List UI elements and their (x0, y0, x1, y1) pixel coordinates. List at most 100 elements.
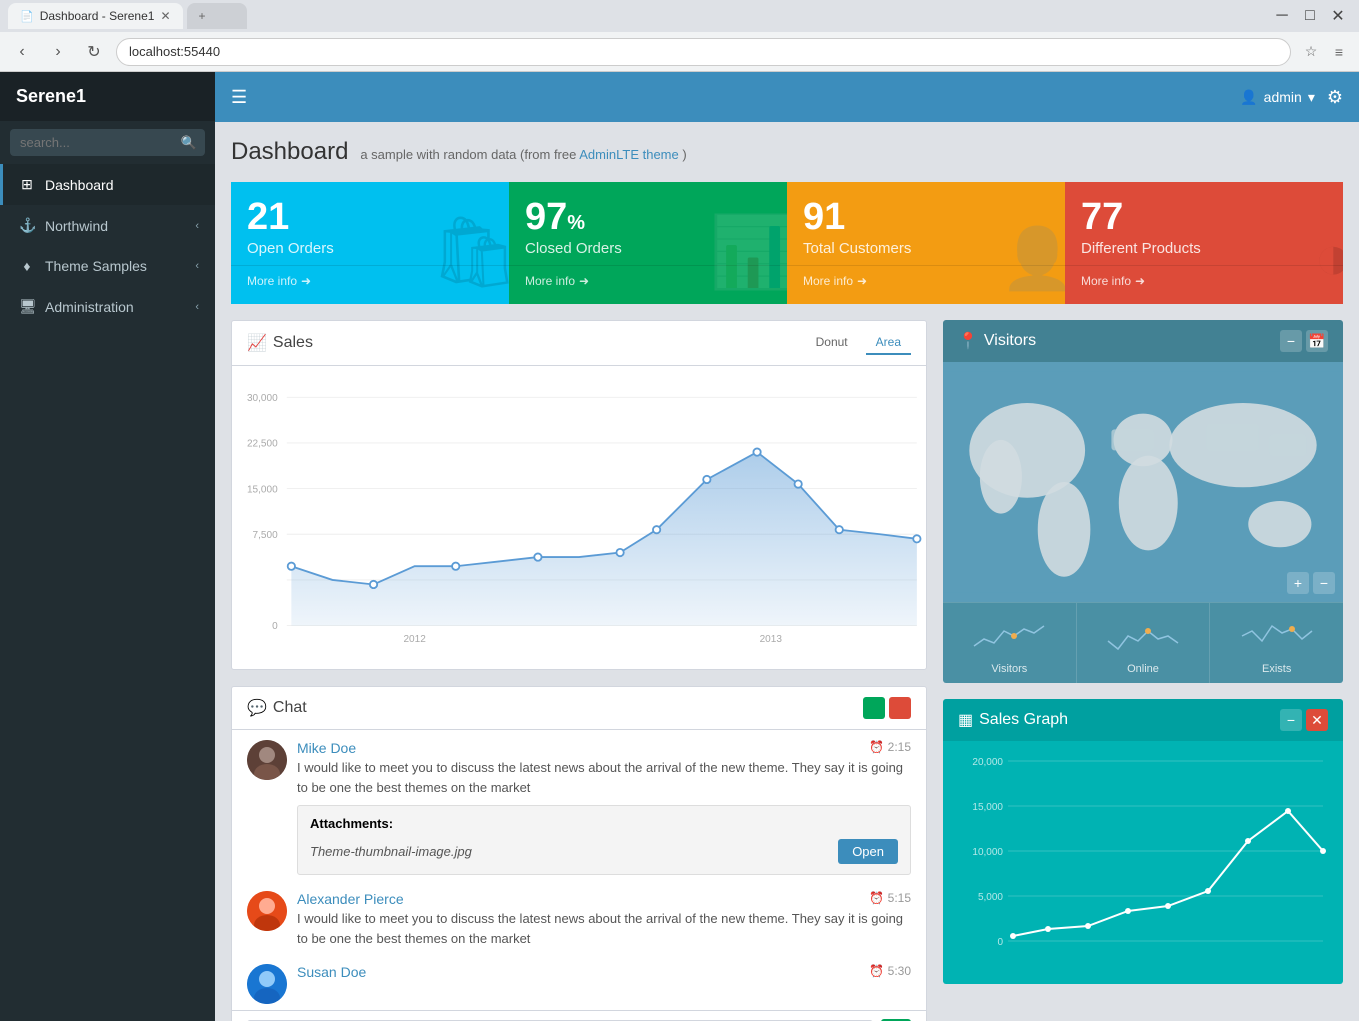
main-content: ☰ 👤 admin ▾ ⚙ Dashboard (215, 72, 1359, 1021)
page-header: Dashboard a sample with random data (fro… (231, 138, 1343, 166)
hamburger-menu-icon[interactable]: ☰ (231, 87, 247, 108)
chat-timestamp: ⏰ 5:15 (869, 891, 911, 905)
open-attachment-button[interactable]: Open (838, 839, 898, 864)
right-column: 📍 Visitors − 📅 (943, 320, 1343, 1021)
forward-button[interactable]: › (44, 38, 72, 66)
online-sparkline (1103, 611, 1183, 656)
tab-favicon: 📄 (20, 10, 34, 23)
svg-text:0: 0 (272, 621, 278, 632)
chevron-right-icon: ‹ (195, 220, 199, 232)
sidebar-item-administration[interactable]: 🖥 Administration ‹ (0, 286, 215, 327)
location-pin-icon: 📍 (958, 331, 978, 351)
sidebar-item-label: Administration (45, 299, 195, 315)
chat-title: 💬 Chat (247, 698, 307, 718)
zoom-out-button[interactable]: − (1313, 572, 1335, 594)
chat-red-button[interactable] (889, 697, 911, 719)
new-tab-button[interactable]: + (187, 3, 247, 29)
visitors-zoom-controls: + − (1287, 572, 1335, 594)
chevron-right-icon: ‹ (195, 260, 199, 272)
refresh-button[interactable]: ↻ (80, 38, 108, 66)
visitors-minimize-button[interactable]: − (1280, 330, 1302, 352)
chat-input-area: + (232, 1010, 926, 1021)
svg-text:0: 0 (997, 937, 1003, 948)
svg-text:2012: 2012 (403, 634, 426, 645)
sales-graph-chart: 20,000 15,000 10,000 5,000 0 (953, 751, 1333, 971)
visitors-tools: − 📅 (1280, 330, 1328, 352)
mini-chart-exists: Exists (1210, 603, 1343, 683)
products-more-info[interactable]: More info ➜ (1065, 265, 1343, 288)
active-browser-tab[interactable]: 📄 Dashboard - Serene1 ✕ (8, 3, 183, 29)
minimize-button[interactable]: ─ (1269, 3, 1295, 29)
chat-text: I would like to meet you to discuss the … (297, 758, 911, 797)
chat-username: Alexander Pierce (297, 891, 404, 907)
chat-messages: Mike Doe ⏰ 2:15 I would like to meet you… (232, 730, 926, 1010)
address-bar[interactable]: localhost:55440 (116, 38, 1291, 66)
bar-chart-icon: 📊 (710, 212, 787, 294)
sales-chart-title: 📈 Sales (247, 333, 313, 353)
arrow-right-icon: ➜ (579, 274, 589, 288)
tab-close-button[interactable]: ✕ (160, 9, 170, 23)
chat-icon: 💬 (247, 698, 267, 718)
tab-area[interactable]: Area (866, 331, 911, 355)
exists-sparkline (1237, 611, 1317, 656)
back-button[interactable]: ‹ (8, 38, 36, 66)
settings-gear-icon[interactable]: ⚙ (1327, 87, 1343, 108)
maximize-button[interactable]: □ (1297, 3, 1323, 29)
tab-donut[interactable]: Donut (806, 331, 858, 355)
user-menu[interactable]: 👤 admin ▾ (1240, 89, 1315, 106)
diamond-icon: ♦ (19, 258, 35, 274)
sales-graph-minimize-button[interactable]: − (1280, 709, 1302, 731)
visitors-map: + − (943, 362, 1343, 602)
sales-chart-header: 📈 Sales Donut Area (232, 321, 926, 366)
chat-message: Alexander Pierce ⏰ 5:15 I would like to … (247, 891, 911, 948)
svg-text:30,000: 30,000 (247, 393, 278, 404)
sales-graph-header: ▦ Sales Graph − ✕ (943, 699, 1343, 741)
visitors-title: 📍 Visitors (958, 331, 1036, 351)
user-dropdown-icon: ▾ (1308, 89, 1315, 106)
zoom-in-button[interactable]: + (1287, 572, 1309, 594)
chat-green-button[interactable] (863, 697, 885, 719)
mini-chart-label: Exists (1218, 663, 1335, 675)
dashboard-icon: ⊞ (19, 176, 35, 193)
sales-graph-close-button[interactable]: ✕ (1306, 709, 1328, 731)
sidebar-item-northwind[interactable]: ⚓ Northwind ‹ (0, 205, 215, 246)
content-grid: 📈 Sales Donut Area (231, 320, 1343, 1021)
sidebar-item-dashboard[interactable]: ⊞ Dashboard (0, 164, 215, 205)
search-input[interactable] (10, 129, 205, 156)
products-label: Different Products (1081, 240, 1327, 257)
chat-box: 💬 Chat (231, 686, 927, 1021)
sidebar: Serene1 🔍 ⊞ Dashboard ⚓ Northwind (0, 72, 215, 1021)
svg-text:10,000: 10,000 (972, 847, 1003, 858)
svg-text:22,500: 22,500 (247, 439, 278, 450)
stat-boxes: 21 Open Orders More info ➜ 🛍 (231, 182, 1343, 304)
sales-area-chart: 30,000 22,500 15,000 7,500 0 (232, 376, 926, 656)
tab-title: Dashboard - Serene1 (40, 9, 155, 23)
app-container: Serene1 🔍 ⊞ Dashboard ⚓ Northwind (0, 72, 1359, 1021)
content-area: Dashboard a sample with random data (fro… (215, 122, 1359, 1021)
sidebar-brand: Serene1 (16, 86, 86, 107)
close-button[interactable]: ✕ (1325, 3, 1351, 29)
menu-icon[interactable]: ≡ (1327, 40, 1351, 64)
bookmark-star-icon[interactable]: ☆ (1299, 40, 1323, 64)
arrow-right-icon: ➜ (301, 274, 311, 288)
sales-chart-box: 📈 Sales Donut Area (231, 320, 927, 670)
chat-tools (863, 697, 911, 719)
page-subtitle: a sample with random data (from free Adm… (360, 147, 686, 162)
sidebar-item-label: Dashboard (45, 177, 199, 193)
stat-box-open-orders: 21 Open Orders More info ➜ 🛍 (231, 182, 509, 304)
adminlte-link[interactable]: AdminLTE theme (579, 147, 678, 162)
avatar (247, 740, 287, 780)
mini-chart-label: Visitors (951, 663, 1068, 675)
visitors-calendar-button[interactable]: 📅 (1306, 330, 1328, 352)
svg-text:5,000: 5,000 (978, 892, 1003, 903)
chat-content: Susan Doe ⏰ 5:30 (297, 964, 911, 1004)
world-map-svg (943, 367, 1343, 597)
browser-toolbar: ‹ › ↻ localhost:55440 ☆ ≡ (0, 32, 1359, 72)
chat-content: Mike Doe ⏰ 2:15 I would like to meet you… (297, 740, 911, 875)
sidebar-header: Serene1 (0, 72, 215, 121)
arrow-right-icon: ➜ (857, 274, 867, 288)
grid-icon: ▦ (958, 710, 973, 730)
chevron-right-icon: ‹ (195, 301, 199, 313)
page-title: Dashboard (231, 138, 348, 165)
sidebar-item-theme-samples[interactable]: ♦ Theme Samples ‹ (0, 246, 215, 286)
